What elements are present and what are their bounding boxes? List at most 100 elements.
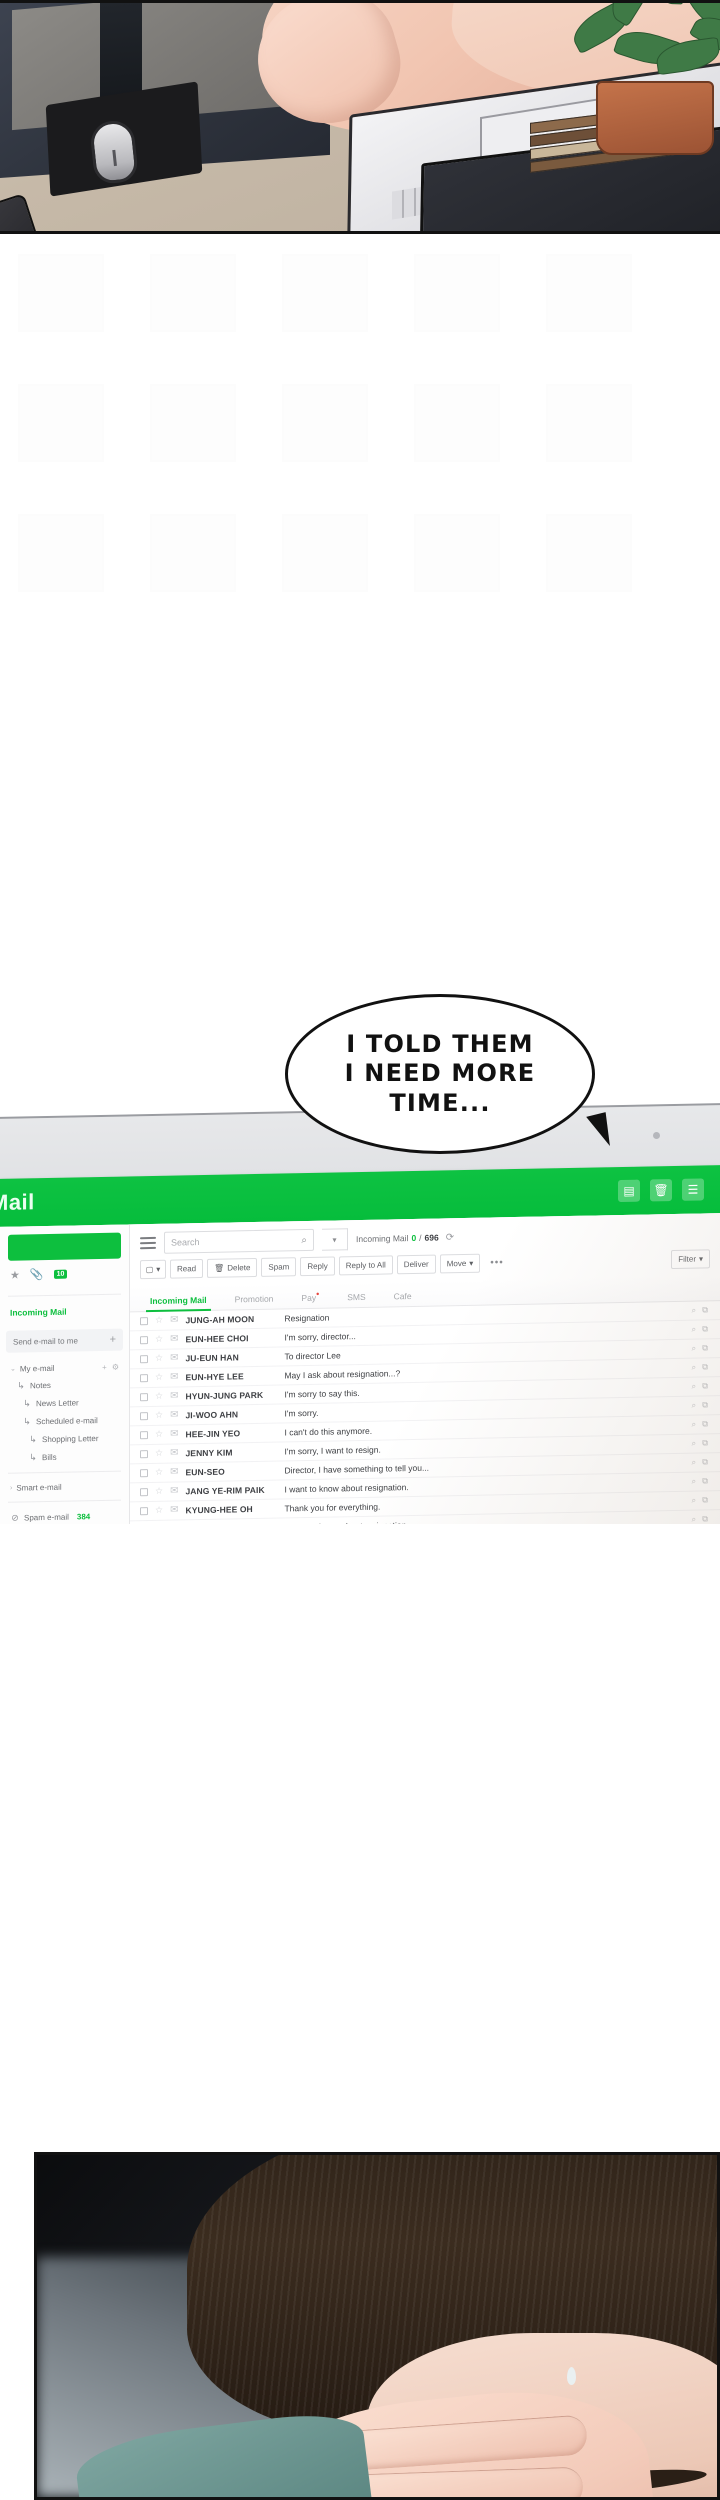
list-icon[interactable]: ☰ xyxy=(682,1178,704,1201)
row-checkbox[interactable] xyxy=(140,1506,148,1516)
envelope-icon[interactable]: ✉ xyxy=(170,1315,178,1326)
row-checkbox[interactable] xyxy=(140,1335,148,1345)
sender-name: EUN-HYE LEE xyxy=(185,1371,244,1383)
reply-all-button[interactable]: Reply to All xyxy=(338,1255,393,1276)
panel-mail-screen: I TOLD THEM I NEED MORE TIME... Mail ▤ 🗑… xyxy=(0,234,720,1524)
row-action-icons[interactable]: ⌕ ⧉ xyxy=(692,1438,710,1448)
envelope-icon[interactable]: ✉ xyxy=(170,1486,178,1497)
row-action-icons[interactable]: ⌕ ⧉ xyxy=(692,1362,710,1372)
tab-cafe[interactable]: Cafe xyxy=(380,1285,426,1307)
row-action-icons[interactable]: ⌕ ⧉ xyxy=(692,1324,710,1334)
envelope-icon[interactable]: ✉ xyxy=(170,1467,178,1478)
reply-button[interactable]: Reply xyxy=(300,1256,335,1277)
row-action-icons[interactable]: ⌕ ⧉ xyxy=(692,1476,710,1486)
compose-button[interactable] xyxy=(8,1232,121,1261)
row-action-icons[interactable]: ⌕ ⧉ xyxy=(692,1457,710,1467)
sidebar-item-spam[interactable]: ⊘ Spam e-mail 384 xyxy=(0,1506,129,1524)
row-checkbox[interactable] xyxy=(140,1354,148,1364)
counter-unread: 0 xyxy=(411,1232,417,1244)
caret-down-icon: ▾ xyxy=(698,1254,703,1264)
tab-label: Cafe xyxy=(393,1290,412,1302)
plus-icon[interactable]: + xyxy=(110,1334,116,1346)
envelope-icon[interactable]: ✉ xyxy=(170,1448,178,1459)
envelope-icon[interactable]: ✉ xyxy=(170,1372,178,1383)
move-button-label: Move xyxy=(446,1258,467,1269)
row-action-icons[interactable]: ⌕ ⧉ xyxy=(692,1400,710,1410)
chevron-down-icon[interactable]: ⌄ xyxy=(10,1365,16,1373)
sidebar-item-bills[interactable]: ↳ Bills xyxy=(0,1446,129,1466)
panel-face-closeup xyxy=(34,2152,720,2500)
hamburger-menu-icon[interactable] xyxy=(140,1236,156,1250)
search-options-dropdown[interactable]: ▾ xyxy=(322,1228,348,1251)
tab-pay[interactable]: Pay• xyxy=(287,1283,333,1309)
trash-icon: 🗑 xyxy=(214,1263,225,1273)
send-email-to-me-item[interactable]: Send e-mail to me + xyxy=(6,1328,123,1353)
attachment-icon[interactable]: 📎 xyxy=(30,1268,44,1281)
star-icon[interactable]: ☆ xyxy=(155,1391,163,1402)
star-icon[interactable]: ☆ xyxy=(155,1505,163,1516)
star-icon[interactable]: ☆ xyxy=(155,1486,163,1497)
chevron-right-icon[interactable]: › xyxy=(10,1484,12,1491)
spam-button[interactable]: Spam xyxy=(261,1257,297,1277)
delete-button[interactable]: 🗑 Delete xyxy=(207,1257,258,1278)
row-checkbox[interactable] xyxy=(140,1430,148,1440)
envelope-icon[interactable]: ✉ xyxy=(170,1391,178,1402)
row-checkbox[interactable] xyxy=(140,1411,148,1421)
topbar-icon-group: ▤ 🗑 ☰ xyxy=(618,1178,720,1203)
star-icon[interactable]: ☆ xyxy=(155,1448,163,1459)
tab-promotion[interactable]: Promotion xyxy=(221,1287,288,1309)
envelope-icon[interactable]: ✉ xyxy=(170,1429,178,1440)
tab-incoming-mail[interactable]: Incoming Mail xyxy=(136,1289,221,1312)
envelope-icon[interactable]: ✉ xyxy=(170,1505,178,1516)
sidebar-section-incoming[interactable]: Incoming Mail xyxy=(0,1300,129,1322)
move-button[interactable]: Move ▾ xyxy=(439,1253,481,1274)
row-action-icons[interactable]: ⌕ ⧉ xyxy=(692,1343,710,1353)
envelope-icon[interactable]: ✉ xyxy=(170,1334,178,1345)
row-checkbox[interactable] xyxy=(140,1468,148,1478)
message-subject: Director, I have something to tell you..… xyxy=(284,1462,430,1476)
envelope-icon[interactable]: ✉ xyxy=(170,1353,178,1364)
row-action-icons[interactable]: ⌕ ⧉ xyxy=(692,1495,710,1505)
star-icon[interactable]: ☆ xyxy=(155,1353,163,1364)
search-placeholder: Search xyxy=(171,1237,200,1248)
tab-label: SMS xyxy=(347,1291,366,1303)
row-action-icons[interactable]: ⌕ ⧉ xyxy=(692,1305,710,1315)
plus-icon[interactable]: + xyxy=(102,1362,107,1371)
row-checkbox[interactable] xyxy=(140,1487,148,1497)
filter-button[interactable]: Filter ▾ xyxy=(671,1249,710,1270)
envelope-icon[interactable]: ✉ xyxy=(170,1410,178,1421)
tab-label: Pay xyxy=(301,1292,317,1303)
read-button[interactable]: Read xyxy=(170,1259,204,1279)
sidebar-item-smart-email[interactable]: › Smart e-mail xyxy=(0,1477,129,1495)
trash-icon[interactable]: 🗑 xyxy=(650,1179,672,1202)
star-icon[interactable]: ☆ xyxy=(155,1410,163,1421)
more-options-button[interactable]: ••• xyxy=(484,1253,510,1273)
search-icon[interactable]: ⌕ xyxy=(301,1235,307,1246)
sidebar-item-label: Smart e-mail xyxy=(16,1482,62,1493)
row-checkbox[interactable] xyxy=(140,1316,148,1326)
row-action-icons[interactable]: ⌕ ⧉ xyxy=(692,1381,710,1391)
select-all-dropdown[interactable]: ▢ ▾ xyxy=(140,1259,166,1280)
sidebar-item-label: My e-mail xyxy=(19,1363,55,1374)
row-action-icons[interactable]: ⌕ ⧉ xyxy=(692,1514,710,1524)
star-icon[interactable]: ☆ xyxy=(155,1429,163,1440)
row-checkbox[interactable] xyxy=(140,1373,148,1383)
star-icon[interactable]: ☆ xyxy=(155,1315,163,1326)
star-icon[interactable]: ☆ xyxy=(155,1334,163,1345)
star-icon[interactable]: ☆ xyxy=(155,1467,163,1478)
row-action-icons[interactable]: ⌕ ⧉ xyxy=(692,1419,710,1429)
sidebar-item-label: Shopping Letter xyxy=(42,1433,99,1444)
inbox-icon[interactable]: ▤ xyxy=(618,1179,640,1203)
tab-sms[interactable]: SMS xyxy=(333,1285,379,1307)
row-checkbox[interactable] xyxy=(140,1449,148,1459)
smartphone xyxy=(0,193,58,231)
search-input[interactable]: Search ⌕ xyxy=(164,1228,314,1254)
gear-icon[interactable]: ⚙ xyxy=(112,1362,119,1371)
deliver-button[interactable]: Deliver xyxy=(396,1254,436,1275)
star-icon[interactable]: ☆ xyxy=(155,1372,163,1383)
message-subject: I'm sorry. xyxy=(284,1407,319,1419)
row-checkbox[interactable] xyxy=(140,1392,148,1402)
star-icon[interactable]: ★ xyxy=(10,1269,20,1282)
refresh-icon[interactable]: ⟳ xyxy=(446,1232,454,1243)
counter-label: Incoming Mail xyxy=(356,1233,409,1245)
